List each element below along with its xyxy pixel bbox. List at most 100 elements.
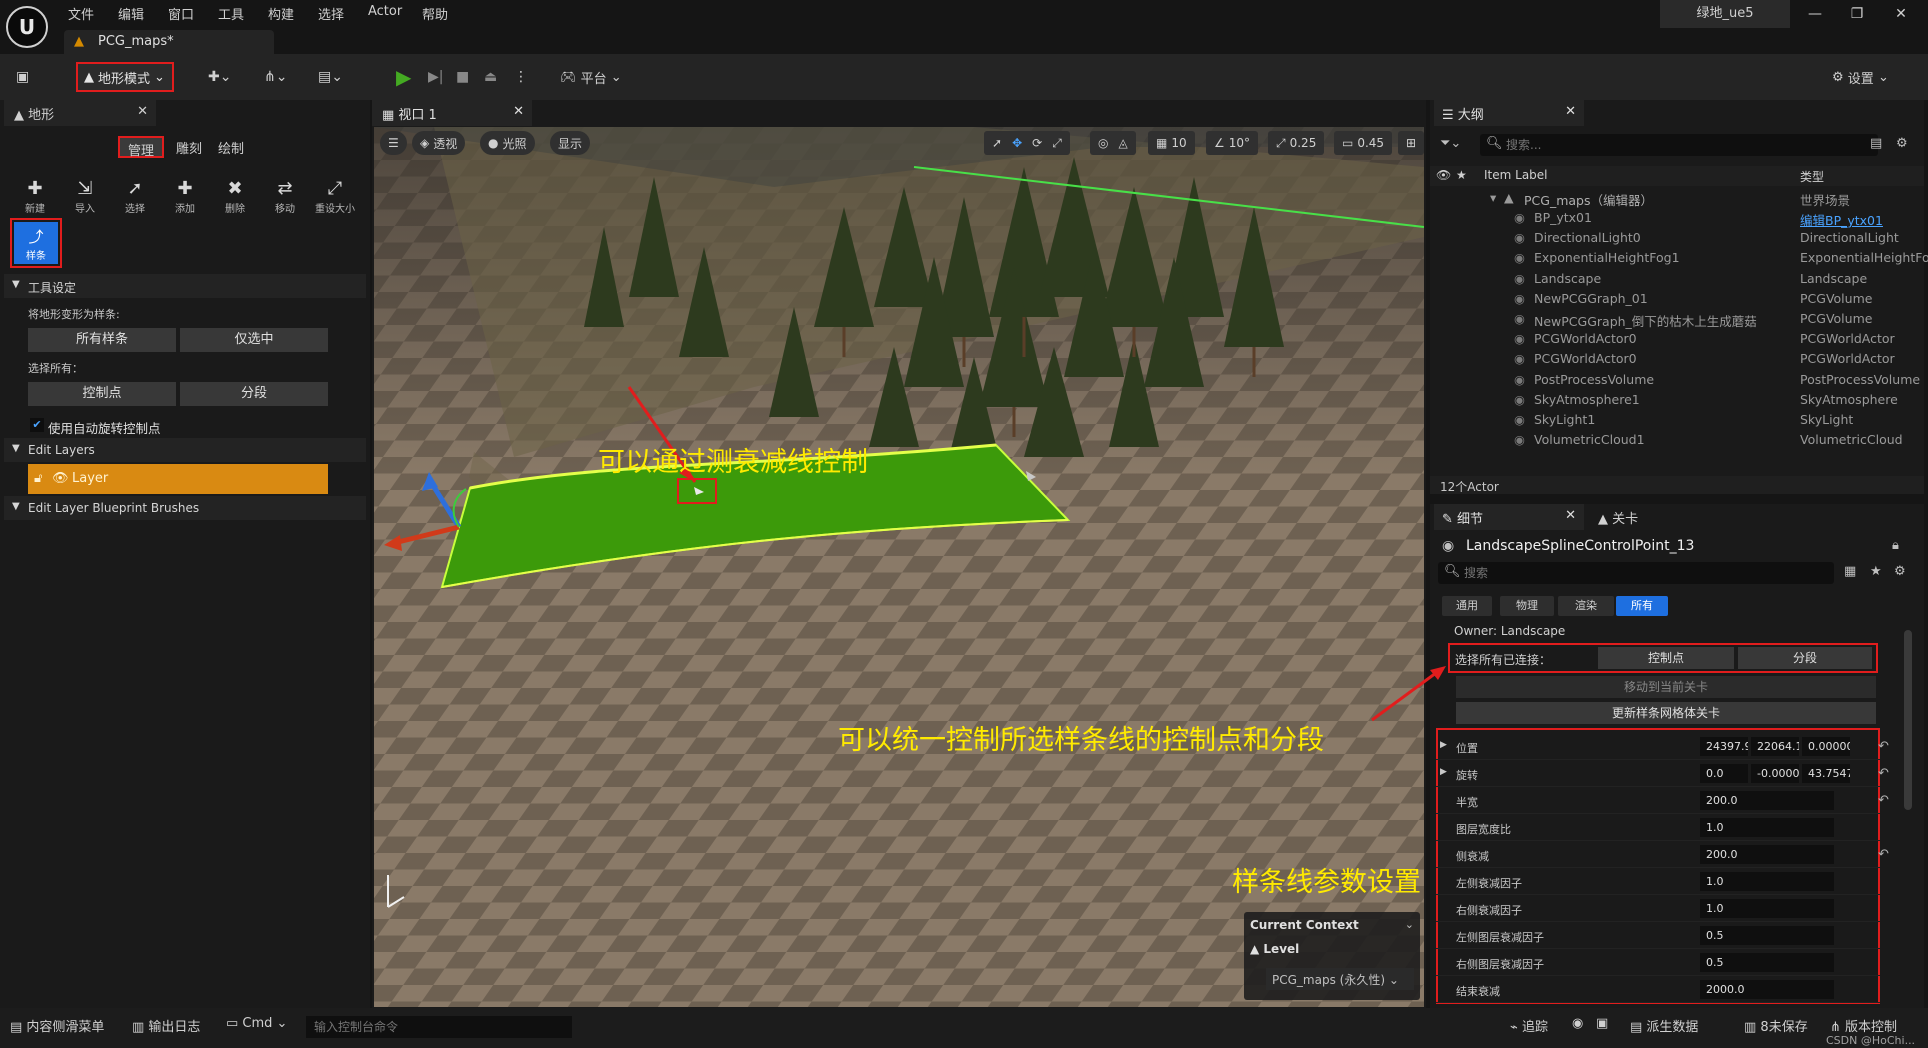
menu-file[interactable]: 文件 — [68, 4, 94, 23]
update-mesh-button[interactable]: 更新样条网格体关卡 — [1456, 702, 1876, 724]
context-map-selector[interactable]: PCG_maps (永久性) ⌄ — [1266, 968, 1414, 990]
filter-rendering[interactable]: 渲染 — [1558, 596, 1614, 616]
filter-physics[interactable]: 物理 — [1500, 596, 1554, 616]
menu-tools[interactable]: 工具 — [218, 4, 244, 23]
control-points-button[interactable]: 控制点 — [28, 382, 176, 406]
translate-icon[interactable]: ✥ — [1012, 136, 1022, 150]
rotate-icon[interactable]: ⟳ — [1032, 136, 1042, 150]
more-options-icon[interactable]: ⋮ — [514, 64, 528, 90]
select-mode-icon[interactable]: ➚ — [992, 136, 1002, 150]
filter-all[interactable]: 所有 — [1616, 596, 1668, 616]
transform-tools[interactable]: ➚ ✥ ⟳ ⤢ — [984, 131, 1070, 155]
details-search-input[interactable] — [1464, 564, 1804, 582]
outliner-row[interactable]: ◉ SkyLight1 SkyLight — [1430, 410, 1924, 430]
reset-icon[interactable]: ↶ — [1878, 847, 1889, 862]
tool-spline[interactable]: ⤴ 样条 — [14, 222, 58, 264]
lock-icon[interactable]: 🔓︎ — [34, 464, 42, 494]
filter-icon[interactable]: ⏷⌄ — [1440, 136, 1461, 151]
platform-menu[interactable]: 🎮︎ 平台 ⌄ — [560, 64, 622, 90]
chevron-down-icon[interactable]: ⌄ — [1405, 918, 1414, 931]
filter-general[interactable]: 通用 — [1442, 596, 1492, 616]
outliner-row[interactable]: ◉ SkyAtmosphere1 SkyAtmosphere — [1430, 390, 1924, 410]
blueprint-brushes-header[interactable]: ▼ Edit Layer Blueprint Brushes — [4, 496, 366, 520]
close-tab-icon[interactable]: ✕ — [137, 104, 148, 119]
property-value[interactable]: 1.0 — [1700, 872, 1834, 891]
property-value[interactable]: 24397.9 — [1700, 737, 1748, 756]
outliner-row[interactable]: ◉ PostProcessVolume PostProcessVolume — [1430, 370, 1924, 390]
reset-icon[interactable]: ↶ — [1878, 739, 1889, 754]
add-actor-icon[interactable]: ✚⌄ — [208, 64, 231, 90]
menu-window[interactable]: 窗口 — [168, 4, 194, 23]
move-to-level-button[interactable]: 移动到当前关卡 — [1456, 676, 1876, 698]
viewport-tab[interactable]: ▦ 视口 1 ✕ — [372, 100, 532, 126]
menu-help[interactable]: 帮助 — [422, 4, 448, 23]
outliner-row[interactable]: ◉ NewPCGGraph_01 PCGVolume — [1430, 289, 1924, 309]
tool-move[interactable]: ⇄ 移动 — [262, 178, 308, 215]
lit-button[interactable]: ● 光照 — [480, 131, 535, 155]
angle-snap[interactable]: ∠ 10° — [1206, 131, 1259, 155]
property-value[interactable]: -0.00000 — [1751, 764, 1799, 783]
tab-paint[interactable]: 绘制 — [210, 136, 252, 158]
expand-icon[interactable]: ▶ — [1440, 740, 1447, 750]
perspective-button[interactable]: ◈ 透视 — [412, 131, 466, 155]
property-value[interactable]: 43.7547 — [1802, 764, 1850, 783]
output-log-button[interactable]: ▥ 输出日志 — [132, 1016, 200, 1035]
minimize-icon[interactable]: — — [1800, 6, 1830, 22]
gear-icon[interactable]: ⚙ — [1896, 136, 1908, 151]
source-control-button[interactable]: ⋔ 版本控制 — [1830, 1016, 1897, 1035]
lock-icon[interactable]: 🔒︎ — [1892, 538, 1899, 553]
world-icon[interactable]: ◎ — [1098, 136, 1108, 150]
landscape-tab[interactable]: ▲ 地形 ✕ — [4, 100, 156, 126]
close-tab-icon[interactable]: ✕ — [1565, 104, 1576, 119]
close-tab-icon[interactable]: ✕ — [1565, 508, 1576, 523]
surface-snap-icon[interactable]: ◬ — [1118, 136, 1127, 150]
tool-delete[interactable]: ✖ 删除 — [212, 178, 258, 215]
only-selected-button[interactable]: 仅选中 — [180, 328, 328, 352]
tool-import[interactable]: ⇲ 导入 — [62, 178, 108, 215]
step-icon[interactable]: ▶| — [428, 64, 443, 90]
reset-icon[interactable]: ↶ — [1878, 766, 1889, 781]
all-splines-button[interactable]: 所有样条 — [28, 328, 176, 352]
cinematics-icon[interactable]: ▤⌄ — [318, 64, 343, 90]
auto-rotate-checkbox[interactable]: ✔ — [30, 418, 44, 432]
property-value[interactable]: 200.0 — [1700, 845, 1834, 864]
details-search[interactable]: 🔍︎ — [1438, 562, 1834, 584]
content-drawer-button[interactable]: ▤ 内容侧滑菜单 — [10, 1016, 104, 1035]
save-icon[interactable]: ▣ — [16, 64, 29, 90]
outliner-row[interactable]: ◉ VolumetricCloud1 VolumetricCloud — [1430, 430, 1924, 450]
gear-icon[interactable]: ⚙ — [1894, 564, 1906, 579]
outliner-row[interactable]: ◉ DirectionalLight0 DirectionalLight — [1430, 228, 1924, 248]
restore-icon[interactable]: ❐ — [1842, 6, 1872, 22]
menu-build[interactable]: 构建 — [268, 4, 294, 23]
snap-tools[interactable]: ◎ ◬ — [1090, 131, 1136, 155]
add-folder-icon[interactable]: ▤ — [1870, 136, 1882, 151]
select-control-points-button[interactable]: 控制点 — [1598, 647, 1734, 669]
expand-icon[interactable]: ▾ — [1490, 190, 1496, 205]
table-view-icon[interactable]: ▦ — [1844, 564, 1856, 579]
property-value[interactable]: 0.5 — [1700, 953, 1834, 972]
camera-speed[interactable]: ▭ 0.45 — [1334, 131, 1393, 155]
outliner-row[interactable]: ◉ PCGWorldActor0 PCGWorldActor — [1430, 329, 1924, 349]
close-icon[interactable]: ✕ — [1886, 6, 1916, 22]
document-tab[interactable]: ▲ PCG_maps* — [64, 30, 274, 54]
blueprint-icon[interactable]: ⋔⌄ — [264, 64, 287, 90]
tab-sculpt[interactable]: 雕刻 — [168, 136, 210, 158]
close-tab-icon[interactable]: ✕ — [513, 104, 524, 119]
outliner-tab[interactable]: ☰ 大纲 ✕ — [1434, 100, 1584, 126]
cmd-selector[interactable]: ▭ Cmd ⌄ — [226, 1016, 287, 1031]
select-segments-button[interactable]: 分段 — [1738, 647, 1872, 669]
tool-select[interactable]: ➚ 选择 — [112, 178, 158, 215]
property-value[interactable]: 200.0 — [1700, 791, 1834, 810]
levels-tab[interactable]: ▲ 关卡 — [1590, 504, 1690, 530]
property-value[interactable]: 1.0 — [1700, 899, 1834, 918]
outliner-row[interactable]: ◉ NewPCGGraph_倒下的枯木上生成蘑菇 PCGVolume — [1430, 309, 1924, 329]
show-button[interactable]: 显示 — [550, 131, 591, 155]
scale-snap[interactable]: ⤢ 0.25 — [1268, 131, 1325, 155]
outliner-row[interactable]: ◉ Landscape Landscape — [1430, 269, 1924, 289]
outliner-row[interactable]: ◉ ExponentialHeightFog1 ExponentialHeightF… — [1430, 248, 1928, 268]
property-value[interactable]: 1.0 — [1700, 818, 1834, 837]
unreal-logo-icon[interactable]: U — [6, 6, 48, 48]
col-item-label[interactable]: Item Label — [1484, 168, 1548, 182]
outliner-root[interactable]: ▾ ▲ PCG_maps（编辑器） 世界场景 — [1430, 188, 1924, 208]
trace-button[interactable]: ⌁ 追踪 — [1510, 1016, 1548, 1035]
